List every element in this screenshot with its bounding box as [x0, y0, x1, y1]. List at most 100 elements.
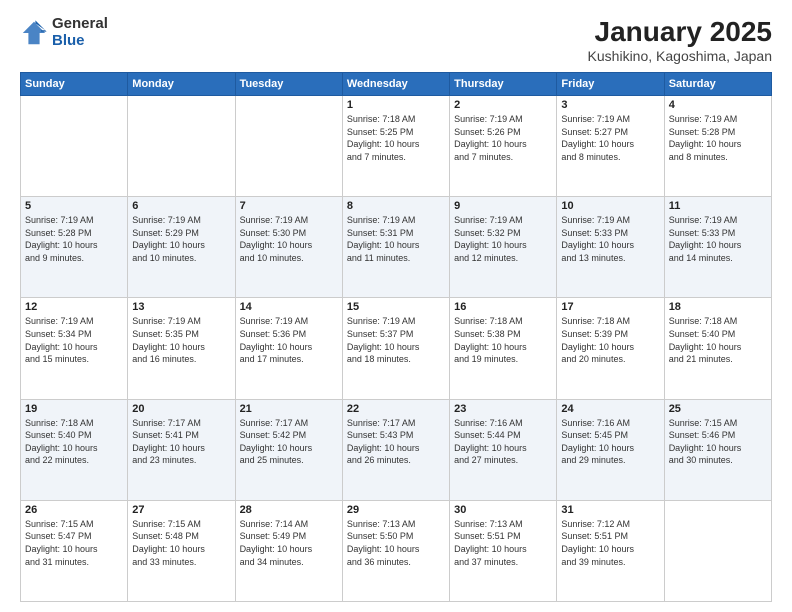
- table-row: 13 Sunrise: 7:19 AM Sunset: 5:35 PM Dayli…: [128, 298, 235, 399]
- table-row: 8Sunrise: 7:19 AM Sunset: 5:31 PM Daylig…: [342, 197, 449, 298]
- day-info: Sunrise: 7:19 AM Sunset: 5:33 PM Dayligh…: [669, 214, 767, 264]
- calendar-week-row: 1 Sunrise: 7:18 AM Sunset: 5:25 PM Daylig…: [21, 96, 772, 197]
- day-info: Sunrise: 7:12 AM Sunset: 5:51 PM Dayligh…: [561, 518, 659, 568]
- table-row: 18Sunrise: 7:18 AM Sunset: 5:40 PM Dayli…: [664, 298, 771, 399]
- day-number: 13: [132, 301, 230, 313]
- day-info: Sunrise: 7:19 AM Sunset: 5:33 PM Dayligh…: [561, 214, 659, 264]
- day-number: 18: [669, 301, 767, 313]
- header: General Blue January 2025 Kushikino, Kag…: [20, 16, 772, 64]
- calendar-header-row: Sunday Monday Tuesday Wednesday Thursday…: [21, 73, 772, 96]
- day-number: 20: [132, 403, 230, 415]
- day-number: 23: [454, 403, 552, 415]
- day-info: Sunrise: 7:16 AM Sunset: 5:45 PM Dayligh…: [561, 417, 659, 467]
- col-wednesday: Wednesday: [342, 73, 449, 96]
- logo-blue-label: Blue: [52, 33, 108, 50]
- day-number: 19: [25, 403, 123, 415]
- day-number: 22: [347, 403, 445, 415]
- day-info: Sunrise: 7:19 AM Sunset: 5:29 PM Dayligh…: [132, 214, 230, 264]
- col-sunday: Sunday: [21, 73, 128, 96]
- day-info: Sunrise: 7:17 AM Sunset: 5:41 PM Dayligh…: [132, 417, 230, 467]
- day-number: 8: [347, 200, 445, 212]
- table-row: 14 Sunrise: 7:19 AM Sunset: 5:36 PM Dayli…: [235, 298, 342, 399]
- table-row: 17 Sunrise: 7:18 AM Sunset: 5:39 PM Dayli…: [557, 298, 664, 399]
- day-info: Sunrise: 7:13 AM Sunset: 5:50 PM Dayligh…: [347, 518, 445, 568]
- page: General Blue January 2025 Kushikino, Kag…: [0, 0, 792, 612]
- table-row: 5 Sunrise: 7:19 AM Sunset: 5:28 PM Daylig…: [21, 197, 128, 298]
- calendar-title: January 2025: [588, 16, 772, 48]
- day-number: 17: [561, 301, 659, 313]
- table-row: 7Sunrise: 7:19 AM Sunset: 5:30 PM Daylig…: [235, 197, 342, 298]
- table-row: 19 Sunrise: 7:18 AM Sunset: 5:40 PM Dayli…: [21, 399, 128, 500]
- day-info: Sunrise: 7:18 AM Sunset: 5:39 PM Dayligh…: [561, 315, 659, 365]
- table-row: 31Sunrise: 7:12 AM Sunset: 5:51 PM Dayli…: [557, 500, 664, 601]
- day-info: Sunrise: 7:19 AM Sunset: 5:28 PM Dayligh…: [669, 113, 767, 163]
- table-row: 24 Sunrise: 7:16 AM Sunset: 5:45 PM Dayli…: [557, 399, 664, 500]
- day-info: Sunrise: 7:18 AM Sunset: 5:40 PM Dayligh…: [25, 417, 123, 467]
- logo-icon: [20, 19, 48, 47]
- day-info: Sunrise: 7:19 AM Sunset: 5:35 PM Dayligh…: [132, 315, 230, 365]
- day-number: 11: [669, 200, 767, 212]
- day-info: Sunrise: 7:13 AM Sunset: 5:51 PM Dayligh…: [454, 518, 552, 568]
- day-info: Sunrise: 7:19 AM Sunset: 5:32 PM Dayligh…: [454, 214, 552, 264]
- day-number: 29: [347, 504, 445, 516]
- calendar-week-row: 12Sunrise: 7:19 AM Sunset: 5:34 PM Dayli…: [21, 298, 772, 399]
- day-info: Sunrise: 7:17 AM Sunset: 5:43 PM Dayligh…: [347, 417, 445, 467]
- day-info: Sunrise: 7:15 AM Sunset: 5:46 PM Dayligh…: [669, 417, 767, 467]
- calendar-subtitle: Kushikino, Kagoshima, Japan: [588, 48, 772, 64]
- day-info: Sunrise: 7:19 AM Sunset: 5:36 PM Dayligh…: [240, 315, 338, 365]
- day-info: Sunrise: 7:17 AM Sunset: 5:42 PM Dayligh…: [240, 417, 338, 467]
- day-info: Sunrise: 7:19 AM Sunset: 5:28 PM Dayligh…: [25, 214, 123, 264]
- table-row: 27 Sunrise: 7:15 AM Sunset: 5:48 PM Dayli…: [128, 500, 235, 601]
- table-row: 9Sunrise: 7:19 AM Sunset: 5:32 PM Daylig…: [450, 197, 557, 298]
- day-number: 21: [240, 403, 338, 415]
- table-row: 29 Sunrise: 7:13 AM Sunset: 5:50 PM Dayli…: [342, 500, 449, 601]
- day-info: Sunrise: 7:19 AM Sunset: 5:26 PM Dayligh…: [454, 113, 552, 163]
- table-row: 6Sunrise: 7:19 AM Sunset: 5:29 PM Daylig…: [128, 197, 235, 298]
- day-number: 3: [561, 99, 659, 111]
- table-row: 3 Sunrise: 7:19 AM Sunset: 5:27 PM Daylig…: [557, 96, 664, 197]
- table-row: 23 Sunrise: 7:16 AM Sunset: 5:44 PM Dayli…: [450, 399, 557, 500]
- table-row: 30Sunrise: 7:13 AM Sunset: 5:51 PM Dayli…: [450, 500, 557, 601]
- table-row: 26 Sunrise: 7:15 AM Sunset: 5:47 PM Dayli…: [21, 500, 128, 601]
- calendar-week-row: 19 Sunrise: 7:18 AM Sunset: 5:40 PM Dayli…: [21, 399, 772, 500]
- day-number: 2: [454, 99, 552, 111]
- day-number: 24: [561, 403, 659, 415]
- table-row: 28Sunrise: 7:14 AM Sunset: 5:49 PM Dayli…: [235, 500, 342, 601]
- day-number: 10: [561, 200, 659, 212]
- table-row: [21, 96, 128, 197]
- day-info: Sunrise: 7:19 AM Sunset: 5:27 PM Dayligh…: [561, 113, 659, 163]
- table-row: 25 Sunrise: 7:15 AM Sunset: 5:46 PM Dayli…: [664, 399, 771, 500]
- day-number: 26: [25, 504, 123, 516]
- table-row: [128, 96, 235, 197]
- table-row: 10 Sunrise: 7:19 AM Sunset: 5:33 PM Dayli…: [557, 197, 664, 298]
- logo-general-label: General: [52, 16, 108, 33]
- col-thursday: Thursday: [450, 73, 557, 96]
- table-row: 4 Sunrise: 7:19 AM Sunset: 5:28 PM Daylig…: [664, 96, 771, 197]
- logo-text: General Blue: [52, 16, 108, 49]
- day-number: 27: [132, 504, 230, 516]
- day-number: 25: [669, 403, 767, 415]
- table-row: 16 Sunrise: 7:18 AM Sunset: 5:38 PM Dayli…: [450, 298, 557, 399]
- day-number: 5: [25, 200, 123, 212]
- col-tuesday: Tuesday: [235, 73, 342, 96]
- calendar-table: Sunday Monday Tuesday Wednesday Thursday…: [20, 72, 772, 602]
- day-number: 16: [454, 301, 552, 313]
- day-number: 12: [25, 301, 123, 313]
- day-info: Sunrise: 7:18 AM Sunset: 5:25 PM Dayligh…: [347, 113, 445, 163]
- title-block: January 2025 Kushikino, Kagoshima, Japan: [588, 16, 772, 64]
- col-friday: Friday: [557, 73, 664, 96]
- day-number: 15: [347, 301, 445, 313]
- table-row: [664, 500, 771, 601]
- day-number: 1: [347, 99, 445, 111]
- table-row: 21 Sunrise: 7:17 AM Sunset: 5:42 PM Dayli…: [235, 399, 342, 500]
- table-row: 11 Sunrise: 7:19 AM Sunset: 5:33 PM Dayli…: [664, 197, 771, 298]
- table-row: [235, 96, 342, 197]
- day-info: Sunrise: 7:15 AM Sunset: 5:47 PM Dayligh…: [25, 518, 123, 568]
- day-number: 14: [240, 301, 338, 313]
- day-number: 4: [669, 99, 767, 111]
- table-row: 15Sunrise: 7:19 AM Sunset: 5:37 PM Dayli…: [342, 298, 449, 399]
- day-info: Sunrise: 7:18 AM Sunset: 5:38 PM Dayligh…: [454, 315, 552, 365]
- calendar-week-row: 26 Sunrise: 7:15 AM Sunset: 5:47 PM Dayli…: [21, 500, 772, 601]
- day-info: Sunrise: 7:16 AM Sunset: 5:44 PM Dayligh…: [454, 417, 552, 467]
- day-info: Sunrise: 7:15 AM Sunset: 5:48 PM Dayligh…: [132, 518, 230, 568]
